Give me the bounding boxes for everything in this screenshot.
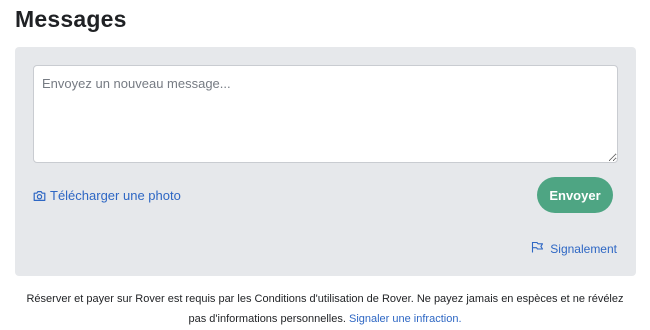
report-link[interactable]: Signalement: [531, 241, 617, 256]
terms-notice-text: Réserver et payer sur Rover est requis p…: [26, 293, 624, 325]
message-composer-panel: Télécharger une photo Envoyer Signalemen…: [15, 47, 636, 276]
upload-photo-link[interactable]: Télécharger une photo: [33, 188, 181, 203]
camera-icon: [33, 190, 46, 202]
terms-notice: Réserver et payer sur Rover est requis p…: [20, 289, 630, 329]
message-input[interactable]: [33, 65, 618, 163]
flag-icon: [531, 241, 544, 256]
messages-page: Messages Télécharger une photo Envoyer S…: [0, 0, 650, 330]
report-label: Signalement: [550, 241, 617, 256]
upload-photo-label: Télécharger une photo: [50, 188, 181, 203]
send-button[interactable]: Envoyer: [537, 177, 613, 213]
page-title: Messages: [15, 6, 127, 32]
report-violation-link[interactable]: Signaler une infraction.: [349, 313, 462, 325]
